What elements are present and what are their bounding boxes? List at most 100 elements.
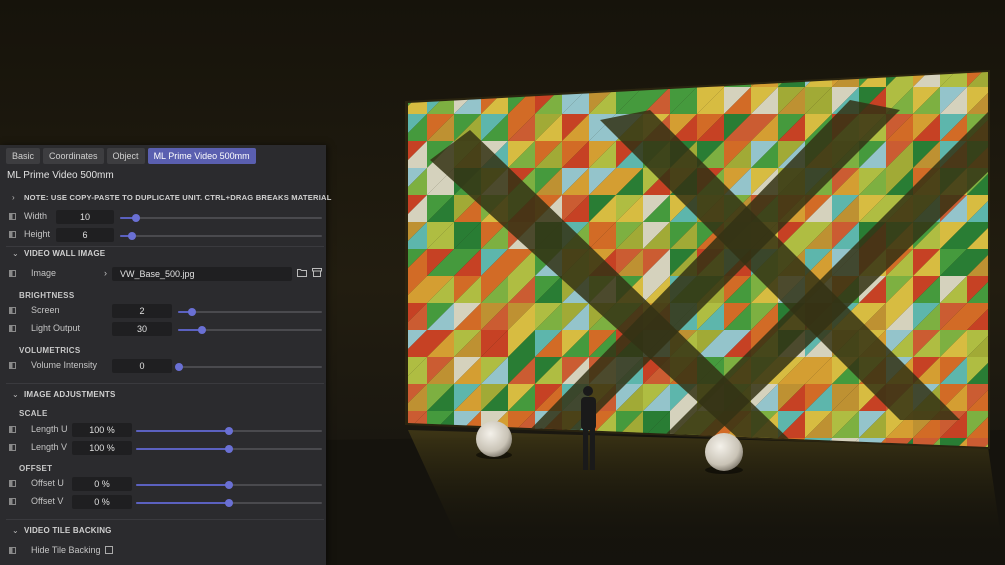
tab-object[interactable]: Object — [106, 148, 145, 164]
note-label: NOTE: USE COPY-PASTE TO DUPLICATE UNIT. … — [24, 193, 332, 202]
offset-v-field[interactable]: 0 % — [72, 495, 132, 509]
chevron-down-icon: ⌄ — [12, 390, 19, 399]
keyframe-icon[interactable] — [9, 325, 16, 332]
mosaic-tile — [408, 72, 427, 87]
keyframe-icon[interactable] — [9, 213, 16, 220]
sphere-left — [476, 421, 512, 457]
tab-bar: Basic Coordinates Object ML Prime Video … — [6, 148, 256, 164]
mosaic-tile — [697, 72, 724, 87]
mosaic-tile — [994, 249, 1005, 276]
mosaic-tile — [454, 72, 481, 87]
mosaic-tile — [670, 72, 697, 87]
keyframe-icon[interactable] — [9, 547, 16, 554]
mosaic-tile — [994, 303, 1005, 330]
slider-handle[interactable] — [198, 326, 207, 334]
mosaic-tile — [427, 72, 454, 87]
volume-intensity-slider[interactable] — [175, 363, 322, 371]
image-row: Image › VW_Base_500.jpg — [0, 265, 326, 283]
offset-v-row: Offset V 0 % — [0, 493, 326, 511]
archive-icon[interactable] — [312, 268, 322, 280]
mosaic-tile — [643, 72, 670, 87]
offset-v-label: Offset V — [31, 496, 64, 506]
folder-icon[interactable] — [297, 268, 307, 280]
mosaic-tile — [994, 60, 1005, 87]
mosaic-tile — [994, 87, 1005, 114]
mosaic-tile — [427, 72, 454, 87]
offset-u-field[interactable]: 0 % — [72, 477, 132, 491]
slider-handle[interactable] — [225, 499, 233, 507]
length-u-field[interactable]: 100 % — [72, 423, 132, 437]
mosaic-tile — [562, 72, 589, 87]
slider-handle[interactable] — [175, 363, 184, 371]
mosaic-tile — [616, 72, 643, 87]
tab-basic[interactable]: Basic — [6, 148, 41, 164]
width-label: Width — [24, 211, 48, 221]
chevron-right-icon: › — [12, 193, 15, 202]
length-v-slider[interactable] — [136, 445, 322, 453]
divider — [6, 383, 324, 384]
keyframe-icon[interactable] — [9, 480, 16, 487]
mosaic-tile — [994, 357, 1005, 384]
section-label: VIDEO TILE BACKING — [24, 526, 112, 535]
length-u-slider[interactable] — [136, 427, 322, 435]
length-u-row: Length U 100 % — [0, 421, 326, 439]
panel-title: ML Prime Video 500mm — [7, 170, 114, 181]
screen-label: Screen — [31, 305, 60, 315]
keyframe-icon[interactable] — [9, 362, 16, 369]
slider-handle[interactable] — [225, 445, 233, 453]
mosaic-tile — [589, 72, 616, 87]
width-slider[interactable] — [120, 214, 322, 222]
height-label: Height — [24, 229, 51, 239]
mosaic-tile — [994, 114, 1005, 141]
keyframe-icon[interactable] — [9, 270, 16, 277]
volumetrics-label: VOLUMETRICS — [19, 346, 81, 355]
length-u-label: Length U — [31, 424, 68, 434]
light-output-slider[interactable] — [178, 326, 322, 334]
mosaic-tile — [994, 222, 1005, 249]
slider-handle[interactable] — [132, 214, 141, 222]
chevron-right-icon[interactable]: › — [104, 268, 107, 278]
divider — [6, 519, 324, 520]
length-v-field[interactable]: 100 % — [72, 441, 132, 455]
keyframe-icon[interactable] — [9, 307, 16, 314]
screen-field[interactable]: 2 — [112, 304, 172, 318]
width-field[interactable]: 10 — [56, 210, 114, 224]
light-output-field[interactable]: 30 — [112, 322, 172, 336]
keyframe-icon[interactable] — [9, 444, 16, 451]
height-slider[interactable] — [120, 232, 322, 240]
video-wall-image-section[interactable]: ⌄ VIDEO WALL IMAGE — [0, 246, 326, 264]
slider-handle[interactable] — [128, 232, 137, 240]
mosaic-tile — [994, 141, 1005, 168]
keyframe-icon[interactable] — [9, 231, 16, 238]
hide-tile-backing-checkbox[interactable] — [105, 546, 113, 554]
slider-handle[interactable] — [225, 427, 233, 435]
height-field[interactable]: 6 — [56, 228, 114, 242]
note-section[interactable]: › NOTE: USE COPY-PASTE TO DUPLICATE UNIT… — [0, 190, 331, 208]
offset-u-slider[interactable] — [136, 481, 322, 489]
mosaic-tile — [481, 72, 508, 87]
tab-ml-prime-video[interactable]: ML Prime Video 500mm — [147, 148, 256, 164]
screen-slider[interactable] — [178, 308, 322, 316]
mosaic-shade — [408, 72, 988, 447]
slider-handle[interactable] — [188, 308, 197, 316]
mosaic-tile — [697, 72, 724, 87]
mosaic-tile — [589, 72, 616, 87]
video-tile-backing-section[interactable]: ⌄ VIDEO TILE BACKING — [0, 523, 326, 541]
light-output-row: Light Output 30 — [0, 320, 326, 338]
chevron-down-icon: ⌄ — [12, 526, 19, 535]
tab-coordinates[interactable]: Coordinates — [43, 148, 104, 164]
volume-intensity-field[interactable]: 0 — [112, 359, 172, 373]
mosaic-tile — [994, 60, 1005, 87]
keyframe-icon[interactable] — [9, 426, 16, 433]
image-adjustments-section[interactable]: ⌄ IMAGE ADJUSTMENTS — [0, 387, 326, 405]
offset-v-slider[interactable] — [136, 499, 322, 507]
mosaic-tile — [994, 114, 1005, 141]
scale-label: SCALE — [19, 409, 48, 418]
keyframe-icon[interactable] — [9, 498, 16, 505]
mosaic-tile — [508, 72, 535, 87]
hide-tile-backing-row: Hide Tile Backing — [0, 542, 326, 560]
slider-handle[interactable] — [225, 481, 233, 489]
volume-intensity-row: Volume Intensity 0 — [0, 357, 326, 375]
brightness-label: BRIGHTNESS — [19, 291, 75, 300]
image-path-field[interactable]: VW_Base_500.jpg — [112, 267, 292, 281]
